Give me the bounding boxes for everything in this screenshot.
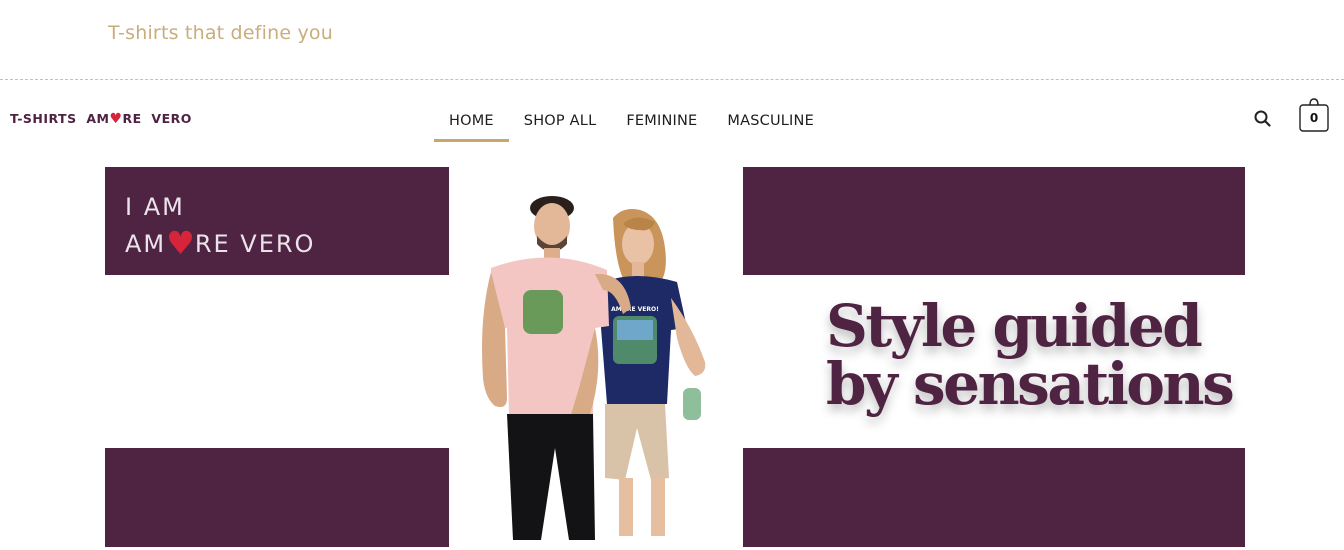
site-logo[interactable]: T-SHIRTS AM♥RE VERO (10, 111, 192, 127)
main-nav: HOME SHOP ALL FEMININE MASCULINE (434, 100, 829, 142)
hero-block-bottom-right (743, 448, 1245, 547)
nav-item-feminine[interactable]: FEMININE (611, 100, 712, 142)
search-button[interactable] (1252, 108, 1274, 130)
nav-item-home[interactable]: HOME (434, 100, 509, 142)
woman-figure: AMORE VERO! (601, 209, 706, 536)
woman-tshirt-print: AMORE VERO! (611, 306, 659, 313)
hero-slogan-line-2: by sensations (826, 350, 1235, 418)
logo-text-re: RE (122, 111, 142, 126)
heart-icon: ♥ (109, 111, 123, 127)
hero-models-photo: AMORE VERO! (482, 196, 706, 540)
nav-item-shop-all[interactable]: SHOP ALL (509, 100, 612, 142)
hero-brand-line-1: I AM (125, 193, 185, 221)
cart-button[interactable]: 0 (1299, 97, 1329, 133)
hero-block-bottom-left (105, 448, 449, 547)
logo-text-am: AM (86, 111, 110, 126)
hero-brand-re-vero: RE VERO (194, 230, 316, 258)
heart-icon: ♥ (166, 224, 195, 262)
hero-block-top-right (743, 167, 1245, 275)
hero-brand-am: AM (125, 230, 167, 258)
logo-text-vero: VERO (151, 111, 192, 126)
cart-count: 0 (1309, 111, 1319, 125)
nav-item-masculine[interactable]: MASCULINE (712, 100, 829, 142)
logo-text-tshirts: T-SHIRTS (10, 111, 77, 126)
search-icon (1254, 110, 1271, 127)
top-bar: T-shirts that define you (0, 0, 1344, 80)
hero-brand-line-2: AM♥RE VERO (125, 224, 315, 262)
site-tagline: T-shirts that define you (108, 22, 333, 44)
